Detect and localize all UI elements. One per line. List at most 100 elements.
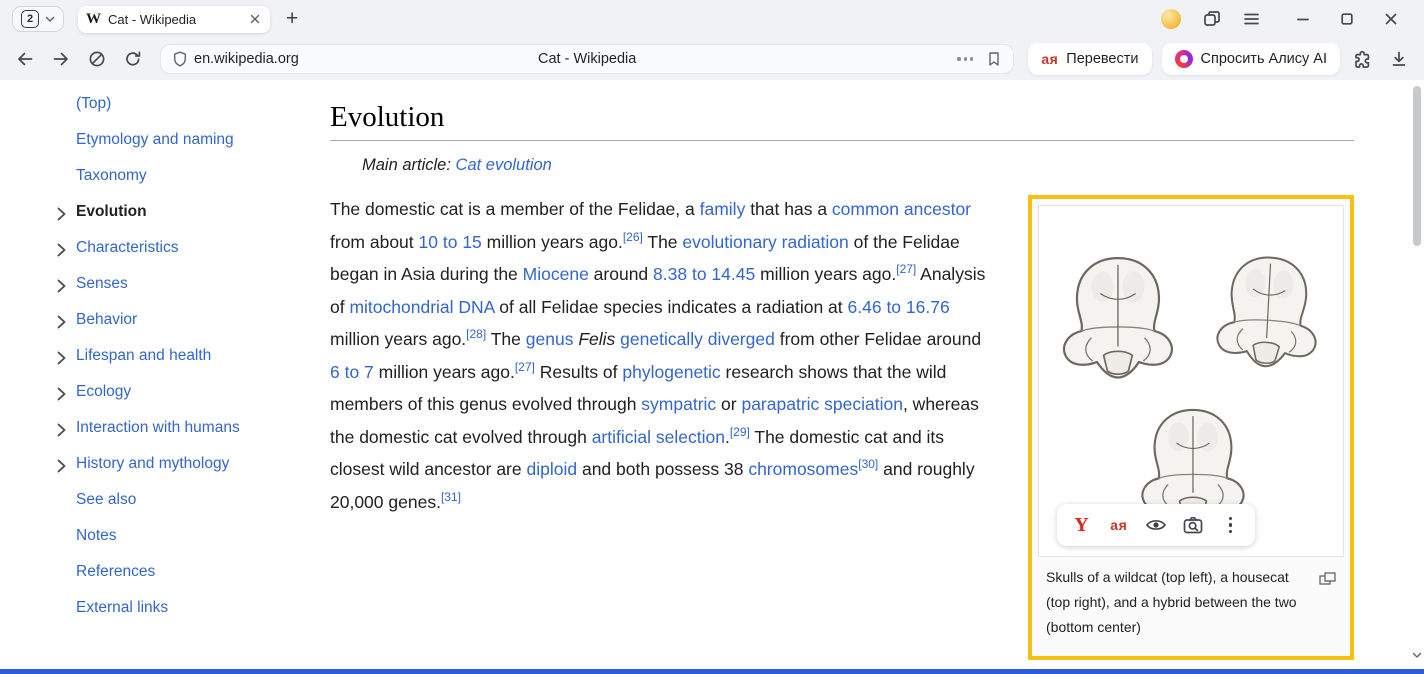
image-more-icon[interactable] bbox=[1215, 510, 1245, 540]
sidebar-item[interactable]: Lifespan and health bbox=[57, 344, 330, 367]
panels-icon[interactable] bbox=[1203, 10, 1221, 28]
address-bar[interactable]: en.wikipedia.org Cat - Wikipedia bbox=[160, 44, 1014, 74]
article-link[interactable]: artificial selection bbox=[592, 427, 725, 447]
extensions-icon[interactable] bbox=[1350, 46, 1376, 72]
url-domain: en.wikipedia.org bbox=[194, 51, 299, 67]
protect-mode-icon[interactable] bbox=[84, 46, 110, 72]
eye-icon[interactable] bbox=[1141, 510, 1171, 540]
sidebar-item-label[interactable]: External links bbox=[76, 599, 168, 616]
reload-icon[interactable] bbox=[120, 46, 146, 72]
translate-image-icon[interactable]: ая bbox=[1104, 510, 1134, 540]
menu-icon[interactable] bbox=[1243, 11, 1260, 27]
back-icon[interactable] bbox=[12, 46, 38, 72]
sidebar-item[interactable]: Evolution bbox=[57, 200, 330, 223]
article-link[interactable]: genetically diverged bbox=[620, 329, 775, 349]
sidebar-item-label[interactable]: Ecology bbox=[76, 383, 131, 400]
image-search-icon[interactable] bbox=[1178, 510, 1208, 540]
sidebar-item[interactable]: Etymology and naming bbox=[57, 128, 330, 151]
chevron-right-icon[interactable] bbox=[57, 421, 66, 444]
reference-link[interactable]: [27] bbox=[515, 360, 535, 374]
article-link[interactable]: common ancestor bbox=[832, 199, 971, 219]
address-overflow-icon[interactable] bbox=[957, 57, 973, 60]
window-close-icon[interactable] bbox=[1384, 12, 1398, 26]
sidebar-item-label[interactable]: Senses bbox=[76, 275, 128, 292]
article-paragraph: The domestic cat is a member of the Feli… bbox=[330, 193, 994, 518]
sidebar-item[interactable]: References bbox=[57, 560, 330, 583]
sidebar-item[interactable]: Notes bbox=[57, 524, 330, 547]
sidebar-item[interactable]: Interaction with humans bbox=[57, 416, 330, 439]
sidebar-toc: (Top) Etymology and naming Taxonomy Evoluti… bbox=[0, 80, 330, 674]
chevron-right-icon[interactable] bbox=[57, 385, 66, 408]
reference-link[interactable]: [30] bbox=[858, 457, 878, 471]
sidebar-item[interactable]: See also bbox=[57, 488, 330, 511]
sidebar-item[interactable]: (Top) bbox=[57, 92, 330, 115]
article-link[interactable]: 8.38 to 14.45 bbox=[653, 264, 755, 284]
forward-icon[interactable] bbox=[48, 46, 74, 72]
chevron-right-icon[interactable] bbox=[57, 241, 66, 264]
reference-link[interactable]: [28] bbox=[466, 327, 486, 341]
article-link[interactable]: 10 to 15 bbox=[419, 232, 482, 252]
sidebar-item-label[interactable]: History and mythology bbox=[76, 455, 229, 472]
tab-count-button[interactable]: 2 bbox=[12, 6, 64, 32]
scrollbar-thumb[interactable] bbox=[1413, 86, 1421, 246]
sidebar-item-label[interactable]: (Top) bbox=[76, 95, 111, 112]
chevron-right-icon[interactable] bbox=[57, 277, 66, 300]
downloads-icon[interactable] bbox=[1386, 46, 1412, 72]
sidebar-item[interactable]: Ecology bbox=[57, 380, 330, 403]
reference-link[interactable]: [26] bbox=[623, 230, 643, 244]
sidebar-item-label[interactable]: Behavior bbox=[76, 311, 137, 328]
sidebar-item[interactable]: Characteristics bbox=[57, 236, 330, 259]
article-link[interactable]: evolutionary radiation bbox=[682, 232, 848, 252]
chevron-right-icon[interactable] bbox=[57, 457, 66, 480]
article-link[interactable]: chromosomes bbox=[748, 459, 858, 479]
paragraph-text: around bbox=[589, 264, 653, 284]
sidebar-item-label[interactable]: Characteristics bbox=[76, 239, 179, 256]
sidebar-item[interactable]: External links bbox=[57, 596, 330, 619]
profile-avatar-icon[interactable] bbox=[1161, 9, 1181, 29]
yandex-search-icon[interactable]: Y bbox=[1067, 510, 1097, 540]
reference-link[interactable]: [29] bbox=[730, 425, 750, 439]
scroll-down-icon[interactable] bbox=[1412, 646, 1422, 664]
new-tab-button[interactable]: + bbox=[282, 9, 302, 29]
article-link[interactable]: 6.46 to 16.76 bbox=[848, 297, 950, 317]
window-maximize-icon[interactable] bbox=[1340, 12, 1354, 26]
sidebar-item-label[interactable]: Evolution bbox=[76, 203, 147, 220]
sidebar-item[interactable]: History and mythology bbox=[57, 452, 330, 475]
article-link[interactable]: genus bbox=[526, 329, 574, 349]
chevron-down-icon[interactable] bbox=[45, 16, 55, 23]
article-link[interactable]: diploid bbox=[526, 459, 577, 479]
reference-link[interactable]: [31] bbox=[441, 490, 461, 504]
site-safety-icon[interactable] bbox=[173, 51, 187, 67]
sidebar-item-label[interactable]: Interaction with humans bbox=[76, 419, 240, 436]
chevron-right-icon[interactable] bbox=[57, 205, 66, 228]
sidebar-item[interactable]: Senses bbox=[57, 272, 330, 295]
reference-link[interactable]: [27] bbox=[896, 262, 916, 276]
article-link[interactable]: family bbox=[700, 199, 746, 219]
article-link[interactable]: sympatric bbox=[641, 394, 716, 414]
sidebar-item[interactable]: Behavior bbox=[57, 308, 330, 331]
ask-alice-button[interactable]: Спросить Алису AI bbox=[1162, 43, 1341, 75]
tab-count-badge: 2 bbox=[21, 10, 39, 28]
sidebar-item-label[interactable]: Notes bbox=[76, 527, 117, 544]
hatnote-link[interactable]: Cat evolution bbox=[456, 156, 552, 174]
enlarge-icon[interactable] bbox=[1319, 568, 1336, 593]
article-link[interactable]: mitochondrial DNA bbox=[349, 297, 494, 317]
chevron-right-icon[interactable] bbox=[57, 313, 66, 336]
sidebar-item-label[interactable]: Lifespan and health bbox=[76, 347, 211, 364]
sidebar-item-label[interactable]: References bbox=[76, 563, 155, 580]
tab-cat-wikipedia[interactable]: W Cat - Wikipedia bbox=[78, 6, 270, 33]
tab-close-icon[interactable] bbox=[248, 12, 262, 26]
sidebar-item-label[interactable]: See also bbox=[76, 491, 136, 508]
sidebar-item[interactable]: Taxonomy bbox=[57, 164, 330, 187]
article-link[interactable]: phylogenetic bbox=[622, 362, 720, 382]
article-link[interactable]: 6 to 7 bbox=[330, 362, 374, 382]
chevron-right-icon[interactable] bbox=[57, 349, 66, 372]
translate-button[interactable]: ая Перевести bbox=[1028, 43, 1151, 75]
figure-image[interactable]: Y ая bbox=[1038, 205, 1344, 557]
sidebar-item-label[interactable]: Etymology and naming bbox=[76, 131, 234, 148]
window-minimize-icon[interactable] bbox=[1296, 12, 1310, 26]
article-link[interactable]: parapatric speciation bbox=[741, 394, 902, 414]
article-link[interactable]: Miocene bbox=[523, 264, 589, 284]
bookmark-icon[interactable] bbox=[987, 51, 1001, 67]
sidebar-item-label[interactable]: Taxonomy bbox=[76, 167, 147, 184]
